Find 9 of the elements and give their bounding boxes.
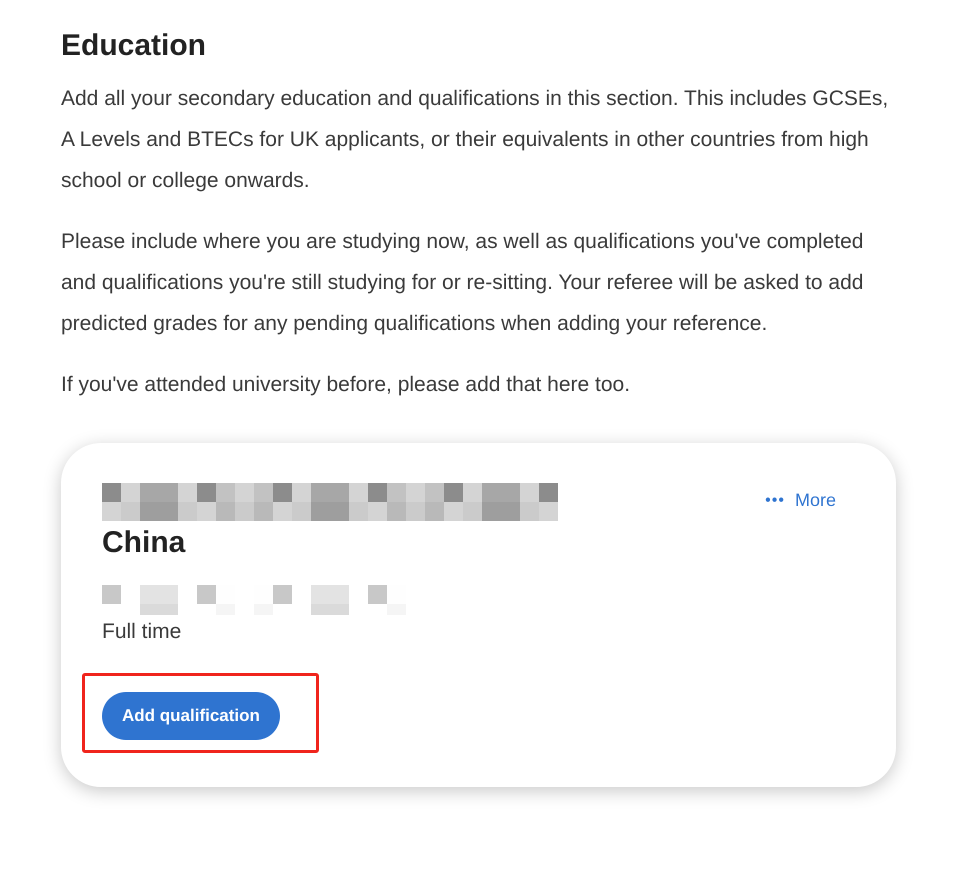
paragraph: Add all your secondary education and qualifications in this section. This includes GCSEs, A Levels and BTECs for UK applicants, or their equivalents in other countries from high school or college onwards. [61,86,890,194]
add-qualification-button[interactable]: Add qualification [102,692,280,740]
more-link[interactable]: ••• More [765,487,836,514]
study-mode: Full time [102,619,182,645]
section-heading: Education [61,28,208,64]
institution-country: China [102,525,186,561]
more-icon: ••• [765,488,785,512]
paragraph: Please include where you are studying now, as well as qualifications you've completed and qualifications you're still studying for or re-sitting. Your referee will be asked to add predicted grades for any pending qualifications when adding your reference. [61,229,864,337]
paragraph: If you've attended university before, please add that here too. [61,372,632,398]
